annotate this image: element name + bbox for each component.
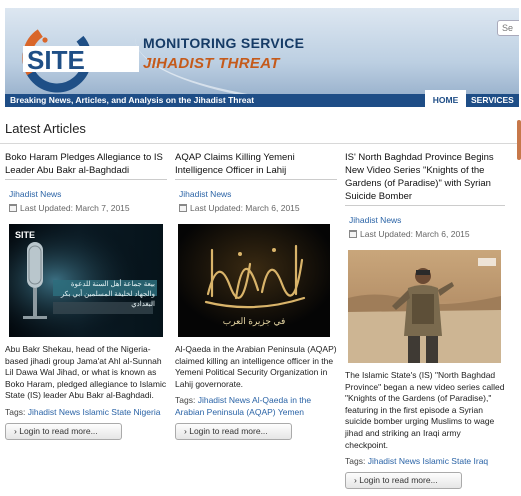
article-title[interactable]: Boko Haram Pledges Allegiance to IS Lead… xyxy=(5,151,167,177)
site-tagline: Breaking News, Articles, and Analysis on… xyxy=(10,95,255,105)
article-title[interactable]: AQAP Claims Killing Yemeni Intelligence … xyxy=(175,151,337,177)
article-title[interactable]: IS' North Baghdad Province Begins New Vi… xyxy=(345,151,505,203)
tag-links[interactable]: Jihadist News Islamic State Iraq xyxy=(368,456,488,466)
calendar-icon xyxy=(9,204,17,212)
login-button-label: Login to read more... xyxy=(189,425,268,436)
calendar-icon xyxy=(179,204,187,212)
article-thumbnail[interactable] xyxy=(348,250,501,363)
tags-label: Tags: xyxy=(345,456,366,467)
article-date-text: Last Updated: March 7, 2015 xyxy=(20,203,130,213)
nav-services-tab[interactable]: SERVICES xyxy=(467,94,521,107)
section-divider xyxy=(0,143,521,144)
section-title: Latest Articles xyxy=(5,121,86,136)
article-card: IS' North Baghdad Province Begins New Vi… xyxy=(345,151,505,489)
tags-label: Tags: xyxy=(5,406,26,417)
chevron-right-icon: › xyxy=(14,425,17,436)
article-thumbnail[interactable]: في جزيرة العرب xyxy=(178,224,330,337)
title-divider xyxy=(5,179,167,180)
login-button-label: Login to read more... xyxy=(19,425,98,436)
login-button[interactable]: › Login to read more... xyxy=(345,471,462,489)
article-tags: Tags: Jihadist News Islamic State Nigeri… xyxy=(5,407,167,419)
thumb-caption: في جزيرة العرب xyxy=(222,316,286,326)
article-card: Boko Haram Pledges Allegiance to IS Lead… xyxy=(5,151,167,440)
article-date-text: Last Updated: March 6, 2015 xyxy=(360,229,470,239)
article-summary: Al-Qaeda in the Arabian Peninsula (AQAP)… xyxy=(175,344,337,389)
login-button[interactable]: › Login to read more... xyxy=(175,422,292,440)
title-divider xyxy=(345,205,505,206)
article-card: AQAP Claims Killing Yemeni Intelligence … xyxy=(175,151,337,440)
article-category-link[interactable]: Jihadist News xyxy=(179,189,337,200)
site-logo[interactable]: SITE xyxy=(17,18,145,98)
tag-links[interactable]: Jihadist News Islamic State Nigeria xyxy=(28,407,161,417)
video-still-image xyxy=(348,250,501,363)
tags-label: Tags: xyxy=(175,395,196,406)
article-date-text: Last Updated: March 6, 2015 xyxy=(190,203,300,213)
logo-text: SITE xyxy=(27,45,85,75)
search-input[interactable]: Se xyxy=(497,20,519,36)
article-category-link[interactable]: Jihadist News xyxy=(9,189,167,200)
thumb-logo: SITE xyxy=(15,230,36,240)
brand-line-jihadist: JIHADIST THREAT xyxy=(143,55,280,72)
chevron-right-icon: › xyxy=(354,474,357,485)
thumb-caption: بيعة جماعة أهل السنة للدعوة والجهاد لخلي… xyxy=(60,281,155,308)
title-divider xyxy=(175,179,337,180)
article-summary: Abu Bakr Shekau, head of the Nigeria-bas… xyxy=(5,344,167,401)
article-tags: Tags: Jihadist News Al-Qaeda in the Arab… xyxy=(175,395,337,418)
brand-line-monitoring: MONITORING SERVICE xyxy=(143,35,305,51)
article-thumbnail[interactable]: SITE بيعة جماعة أهل السنة للدعوة والجهاد… xyxy=(9,224,163,337)
article-tags: Tags: Jihadist News Islamic State Iraq xyxy=(345,456,505,468)
tag-links[interactable]: Jihadist News Al-Qaeda in the Arabian Pe… xyxy=(175,395,311,417)
article-date: Last Updated: March 6, 2015 xyxy=(179,202,337,214)
calendar-icon xyxy=(349,230,357,238)
nav-home-tab[interactable]: HOME xyxy=(425,90,466,107)
login-button[interactable]: › Login to read more... xyxy=(5,422,122,440)
article-summary: The Islamic State's (IS) "North Baghdad … xyxy=(345,370,505,450)
login-button-label: Login to read more... xyxy=(359,474,438,485)
chevron-right-icon: › xyxy=(184,425,187,436)
article-category-link[interactable]: Jihadist News xyxy=(349,215,505,226)
article-date: Last Updated: March 7, 2015 xyxy=(9,202,167,214)
scrollbar-thumb[interactable] xyxy=(517,120,521,160)
article-date: Last Updated: March 6, 2015 xyxy=(349,228,505,240)
